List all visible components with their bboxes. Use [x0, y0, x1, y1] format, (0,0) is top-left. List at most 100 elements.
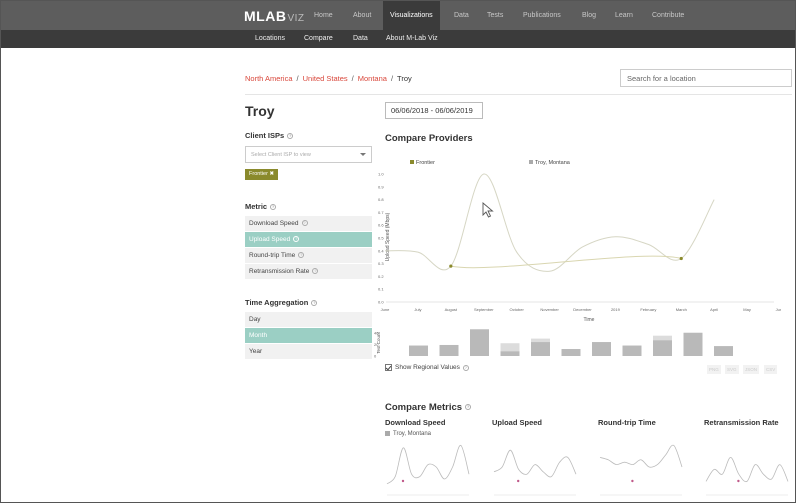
x-tick-label: October [510, 307, 525, 312]
nav-contribute[interactable]: Contribute [652, 1, 684, 30]
close-icon[interactable]: ✖ [269, 171, 274, 177]
client-isps-label: Client ISPs? [245, 131, 294, 140]
mlab-logo[interactable]: MLABVIZ [244, 8, 305, 24]
client-isp-select[interactable]: Select Client ISP to view [245, 146, 372, 163]
help-icon[interactable]: ? [462, 364, 469, 371]
mini-chart-retrans[interactable] [704, 441, 794, 499]
metric-round-trip-time[interactable]: Round-trip Time? [245, 248, 372, 264]
bar-frontier [622, 345, 642, 356]
search-input[interactable]: Search for a location [620, 69, 792, 87]
bar-frontier [653, 340, 672, 356]
y-tick-label: 0.4 [378, 248, 384, 253]
download-svg-button[interactable]: SVG [725, 365, 739, 374]
bar-frontier [683, 332, 703, 356]
help-icon[interactable]: ? [270, 204, 277, 211]
metric-retransmission-rate[interactable]: Retransmission Rate? [245, 264, 372, 280]
breadcrumb-current: Troy [397, 74, 412, 83]
subnav-locations[interactable]: Locations [255, 30, 285, 48]
mini-series-line [599, 444, 683, 468]
mini-data-point [631, 479, 634, 483]
bar-y-axis-label: Test Count [376, 331, 381, 353]
compare-metrics-title: Compare Metrics? [385, 402, 472, 413]
nav-blog[interactable]: Blog [582, 1, 596, 30]
download-csv-button[interactable]: CSV [764, 365, 778, 374]
y-tick-label: 0.0 [378, 300, 384, 305]
bar-frontier [500, 351, 520, 356]
mini-data-point [401, 479, 405, 483]
help-icon[interactable]: ? [311, 300, 318, 307]
mini-chart-upload[interactable] [492, 441, 582, 499]
nav-learn[interactable]: Learn [615, 1, 633, 30]
subnav-data[interactable]: Data [353, 30, 368, 48]
nav-tests[interactable]: Tests [487, 1, 503, 30]
nav-data[interactable]: Data [454, 1, 469, 30]
x-tick-label: November [540, 307, 559, 312]
y-tick-label: 0.7 [378, 210, 384, 215]
mini-series-line [705, 456, 789, 483]
bar-frontier [439, 344, 459, 356]
data-point-frontier [679, 256, 683, 261]
help-icon[interactable]: ? [465, 404, 472, 411]
x-tick-label: March [676, 307, 687, 312]
x-tick-label: February [640, 307, 656, 312]
compare-providers-chart[interactable]: Frontier Troy, Montana 0.0 0.1 0.2 0.3 0.4 0.5 0… [371, 151, 781, 361]
metric-col-retrans: Retransmission Rate [704, 418, 779, 427]
x-tick-label: September [474, 307, 494, 312]
metric-col-rtt: Round-trip Time [598, 418, 656, 427]
app-frame: MLABVIZ Home About Visualizations Data T… [0, 0, 796, 503]
aggregation-year[interactable]: Year [245, 344, 372, 360]
breadcrumb-montana[interactable]: Montana [358, 74, 387, 83]
top-navbar: MLABVIZ Home About Visualizations Data T… [1, 1, 795, 30]
help-icon[interactable]: ? [301, 220, 308, 227]
mini-data-point [737, 479, 740, 483]
help-icon[interactable]: ? [312, 268, 319, 275]
help-icon[interactable]: ? [298, 252, 305, 259]
subnav-about-viz[interactable]: About M-Lab Viz [386, 30, 438, 48]
download-png-button[interactable]: PNG [707, 365, 721, 374]
aggregation-day[interactable]: Day [245, 312, 372, 328]
metric-list: Download Speed? Upload Speed? Round-trip… [245, 216, 372, 280]
nav-publications[interactable]: Publications [523, 1, 561, 30]
help-icon[interactable]: ? [287, 133, 294, 140]
time-aggregation-label: Time Aggregation? [245, 298, 318, 307]
download-json-button[interactable]: JSON [743, 365, 760, 374]
isp-tag-frontier[interactable]: Frontier ✖ [245, 169, 279, 180]
page-title: Troy [245, 103, 275, 119]
breadcrumb-north-america[interactable]: North America [245, 74, 293, 83]
legend-swatch-frontier [410, 160, 414, 164]
metric-upload-speed[interactable]: Upload Speed? [245, 232, 372, 248]
mini-chart-download[interactable] [385, 441, 475, 499]
nav-about[interactable]: About [353, 1, 371, 30]
subnav-compare[interactable]: Compare [304, 30, 333, 48]
time-aggregation-list: Day Month Year [245, 312, 372, 360]
mini-series-line [386, 444, 470, 485]
nav-home[interactable]: Home [314, 1, 333, 30]
legend-swatch [385, 431, 390, 436]
x-tick-label: 2019 [611, 307, 621, 312]
metric-download-speed[interactable]: Download Speed? [245, 216, 372, 232]
x-tick-label: December [573, 307, 592, 312]
y-tick-label: 0.6 [378, 223, 384, 228]
y-tick-label: 1.0 [378, 172, 384, 177]
x-tick-label: July [414, 307, 421, 312]
metric-label: Metric? [245, 202, 277, 211]
y-tick-label: 0.2 [378, 274, 384, 279]
bar-frontier [409, 345, 428, 356]
y-tick-label: 0.3 [378, 261, 384, 266]
bar-frontier [592, 342, 611, 356]
date-range-picker[interactable]: 06/06/2018 - 06/06/2019 [385, 102, 483, 119]
x-tick-label: April [710, 307, 718, 312]
x-tick-label: June [381, 307, 390, 312]
breadcrumb-united-states[interactable]: United States [303, 74, 348, 83]
help-icon[interactable]: ? [293, 236, 300, 243]
show-regional-toggle[interactable]: Show Regional Values? [385, 364, 469, 371]
mini-chart-rtt[interactable] [598, 441, 688, 499]
aggregation-month[interactable]: Month [245, 328, 372, 344]
bar-frontier [714, 346, 733, 356]
metric-col-upload: Upload Speed [492, 418, 543, 427]
logo-suffix: VIZ [287, 13, 305, 24]
checkbox-checked-icon[interactable] [385, 364, 392, 371]
metrics-legend: Troy, Montana [385, 431, 431, 437]
x-axis-label: Time [584, 317, 595, 323]
nav-visualizations[interactable]: Visualizations [383, 1, 440, 30]
